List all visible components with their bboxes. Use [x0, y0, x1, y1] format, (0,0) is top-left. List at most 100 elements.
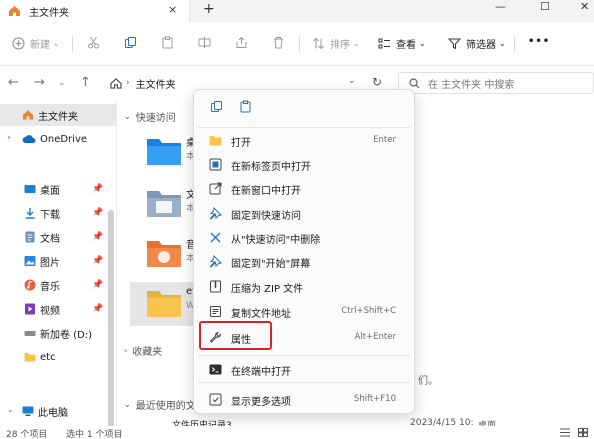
- recent-file-name: 文件历史记录3: [172, 421, 232, 426]
- menu-item-compress-zip[interactable]: 压缩为 ZIP 文件: [198, 275, 410, 297]
- sidebar-item-etc[interactable]: etc: [0, 346, 116, 368]
- maximize-button[interactable]: ☐: [540, 0, 550, 13]
- pin-icon[interactable]: 📌: [92, 256, 103, 266]
- sidebar-item-drive-d[interactable]: 新加卷 (D:): [0, 322, 116, 344]
- command-bar: 新建 ⌄ 排序 ⌄ 查看 ⌄ 筛选器 ⌄ •••: [0, 22, 594, 66]
- tab-title: 主文件夹: [29, 7, 69, 19]
- sidebar-item-desktop[interactable]: 桌面 📌: [0, 178, 116, 200]
- new-button[interactable]: 新建 ⌄: [12, 36, 60, 51]
- forward-arrow-icon[interactable]: →: [34, 75, 45, 90]
- sidebar-item-videos[interactable]: 视频 📌: [0, 298, 116, 320]
- sidebar-item-this-pc[interactable]: 此电脑: [0, 400, 116, 422]
- address-dropdown-icon[interactable]: ⌄: [348, 76, 356, 86]
- sidebar-item-label: 音乐: [40, 281, 60, 293]
- sidebar-scrollbar[interactable]: [108, 210, 114, 430]
- details-view-icon[interactable]: [560, 428, 570, 437]
- context-menu-quick-actions: [194, 90, 416, 126]
- view-icon: [378, 38, 390, 49]
- more-options-icon: [209, 393, 222, 406]
- terminal-icon: [209, 364, 222, 375]
- copy-path-icon: [210, 306, 221, 317]
- menu-item-open-new-window[interactable]: 在新窗口中打开: [198, 177, 410, 199]
- plus-circle-icon: [12, 37, 25, 50]
- copy-icon[interactable]: [210, 100, 223, 113]
- paste-icon[interactable]: [161, 36, 174, 49]
- sidebar-item-label: 视频: [40, 305, 60, 317]
- new-tab-button[interactable]: +: [203, 1, 215, 17]
- status-bar: 28 个项目 选中 1 个项目: [0, 426, 594, 439]
- toolbar-divider: [72, 36, 73, 52]
- desktop-folder-icon: [147, 139, 181, 165]
- menu-item-pin-quick-access[interactable]: 固定到快速访问: [198, 202, 410, 224]
- menu-item-open-terminal[interactable]: 在终端中打开: [198, 358, 410, 380]
- group-header-favorites[interactable]: › 收藏夹: [124, 343, 162, 358]
- pin-icon[interactable]: 📌: [92, 280, 103, 290]
- drive-icon: [24, 331, 36, 336]
- recent-file-row[interactable]: 文件历史记录3 2023/4/15 10: 桌面: [148, 418, 588, 426]
- menu-item-remove-quick-access[interactable]: 从"快速访问"中删除: [198, 226, 410, 248]
- sidebar-item-onedrive[interactable]: OneDrive: [0, 128, 116, 150]
- menu-item-label: 显示更多选项: [231, 397, 291, 408]
- sidebar-item-pictures[interactable]: 图片 📌: [0, 250, 116, 272]
- computer-icon: [22, 406, 34, 416]
- cut-icon[interactable]: [87, 36, 100, 49]
- menu-item-pin-start[interactable]: 固定到"开始"屏幕: [198, 250, 410, 272]
- tab-close-button[interactable]: ×: [168, 3, 177, 16]
- cloud-icon: [22, 135, 36, 143]
- new-tab-icon: [209, 158, 222, 171]
- sidebar-item-music[interactable]: 音乐 📌: [0, 274, 116, 296]
- sidebar-item-label: 文档: [40, 233, 60, 245]
- menu-item-open[interactable]: 打开 Enter: [198, 129, 410, 151]
- recent-locations-icon[interactable]: ⌄: [58, 78, 66, 88]
- search-icon: [409, 77, 420, 88]
- pin-icon[interactable]: 📌: [92, 232, 103, 242]
- menu-item-label: 压缩为 ZIP 文件: [231, 284, 304, 295]
- minimize-button[interactable]: —: [495, 0, 506, 13]
- sidebar-item-label: 此电脑: [38, 407, 68, 419]
- back-arrow-icon[interactable]: ←: [8, 75, 19, 90]
- menu-item-more-options[interactable]: 显示更多选项 Shift+F10: [198, 388, 410, 410]
- sidebar-item-label: 下载: [40, 209, 60, 221]
- pin-icon[interactable]: 📌: [92, 208, 103, 218]
- share-icon[interactable]: [235, 36, 248, 49]
- sort-icon: [313, 37, 324, 50]
- menu-item-shortcut: Ctrl+Shift+C: [341, 306, 396, 316]
- toolbar-divider: [514, 36, 515, 52]
- sidebar-item-downloads[interactable]: 下载 📌: [0, 202, 116, 224]
- toolbar-divider: [299, 36, 300, 52]
- sort-button[interactable]: 排序 ⌄: [312, 36, 360, 51]
- rename-icon[interactable]: [198, 36, 211, 49]
- music-icon: [24, 279, 36, 291]
- refresh-icon[interactable]: ↻: [372, 75, 382, 89]
- menu-item-shortcut: Alt+Enter: [354, 332, 396, 342]
- menu-item-label: 复制文件地址: [231, 309, 291, 320]
- menu-item-shortcut: Enter: [373, 135, 396, 145]
- menu-item-label: 固定到快速访问: [231, 211, 301, 222]
- menu-item-open-new-tab[interactable]: 在新标签页中打开: [198, 153, 410, 175]
- sidebar-item-home[interactable]: 主文件夹: [0, 104, 116, 126]
- tiles-view-icon[interactable]: [578, 428, 588, 437]
- breadcrumb: 主文件夹: [135, 79, 176, 91]
- filter-button[interactable]: 筛选器 ⌄: [448, 36, 506, 51]
- up-arrow-icon[interactable]: ↑: [80, 75, 91, 90]
- pin-icon[interactable]: 📌: [92, 304, 103, 314]
- view-button[interactable]: 查看 ⌄: [378, 36, 426, 51]
- sidebar-item-label: OneDrive: [40, 133, 88, 145]
- sidebar-item-documents[interactable]: 文档 📌: [0, 226, 116, 248]
- copy-icon[interactable]: [124, 36, 137, 49]
- group-header-quick-access[interactable]: ⌄ 快速访问: [124, 109, 176, 124]
- tab-home[interactable]: 主文件夹 ×: [0, 0, 190, 22]
- zip-icon: [210, 280, 221, 293]
- chevron-down-icon: ⌄: [53, 39, 60, 48]
- search-input[interactable]: 在 主文件夹 中搜索: [398, 72, 594, 94]
- menu-item-copy-path[interactable]: 复制文件地址 Ctrl+Shift+C: [198, 300, 410, 322]
- chevron-down-icon: ⌄: [419, 39, 426, 48]
- paste-icon[interactable]: [239, 100, 252, 113]
- folder-icon: [24, 353, 36, 362]
- more-button[interactable]: •••: [528, 36, 550, 47]
- close-window-button[interactable]: ✕: [580, 0, 589, 13]
- download-icon: [25, 208, 35, 219]
- delete-icon[interactable]: [272, 36, 285, 49]
- pin-icon[interactable]: 📌: [92, 184, 103, 194]
- group-title: 收藏夹: [132, 347, 163, 358]
